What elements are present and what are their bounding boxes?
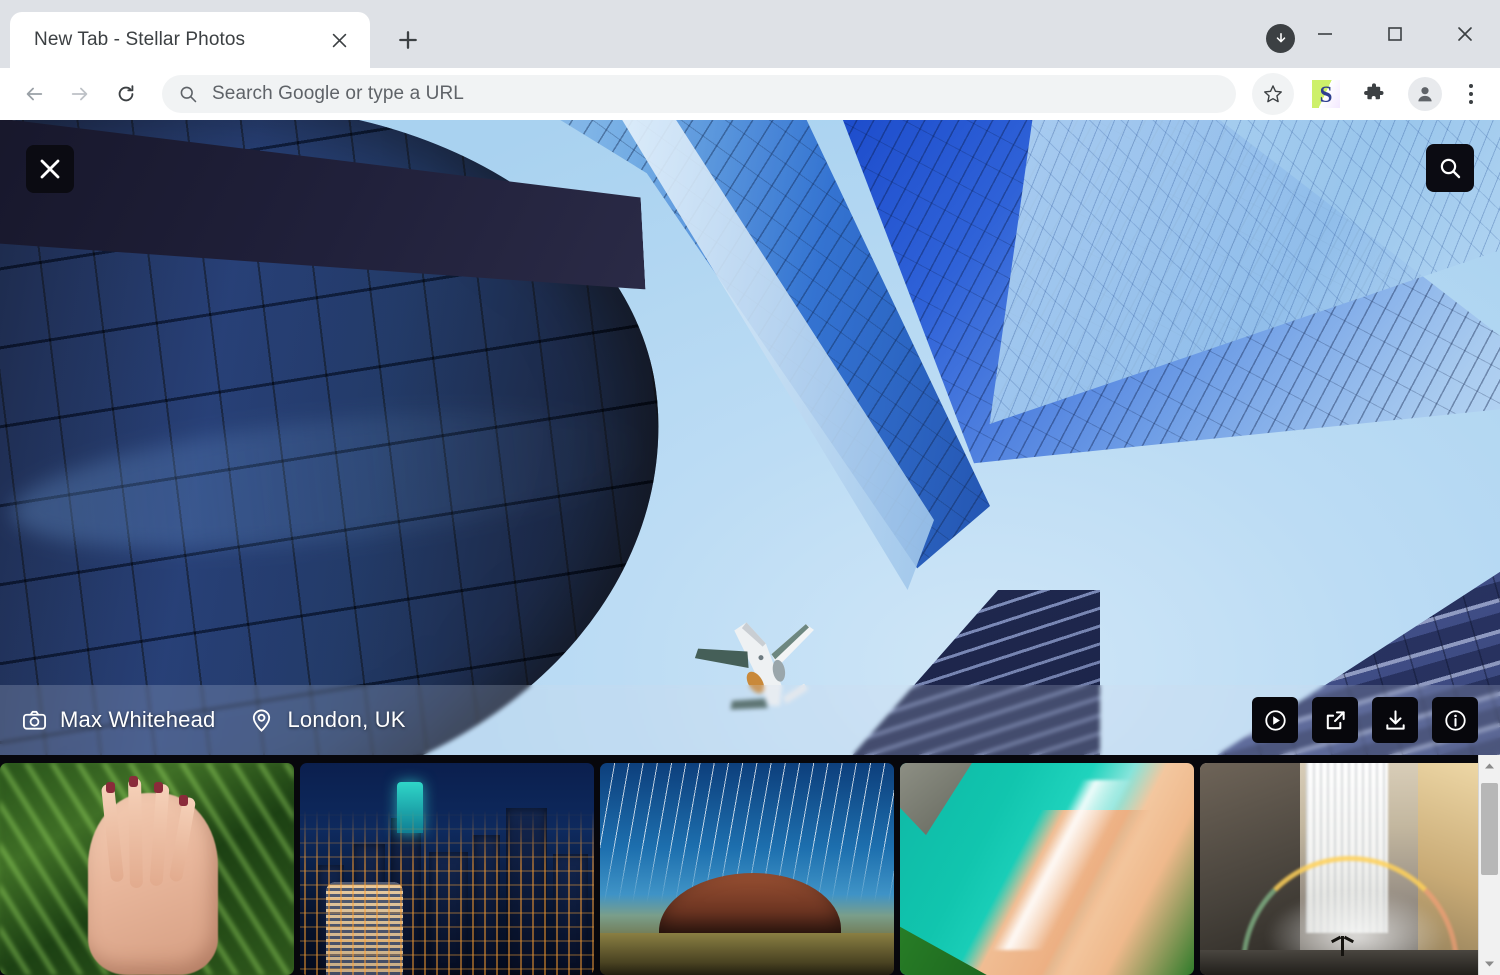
photo-actions xyxy=(1252,697,1478,743)
browser-toolbar: Search Google or type a URL S xyxy=(0,68,1500,120)
grassland xyxy=(600,932,894,975)
nail xyxy=(105,782,115,794)
tab-strip: New Tab - Stellar Photos xyxy=(0,0,1500,68)
tab-close-button[interactable] xyxy=(322,23,356,57)
person-avatar-icon xyxy=(1418,87,1432,102)
nail xyxy=(154,782,164,794)
thumbnail-star-trails[interactable] xyxy=(600,763,894,975)
photo-location-name: London, UK xyxy=(287,707,406,732)
photo-location[interactable]: London, UK xyxy=(249,707,405,733)
thumbnail-waterfall[interactable] xyxy=(1200,763,1494,975)
close-icon xyxy=(1458,27,1472,41)
extensions-button[interactable] xyxy=(1354,74,1394,114)
city-lights xyxy=(300,763,594,975)
scroll-down-button[interactable] xyxy=(1479,953,1500,975)
three-dot-menu-icon xyxy=(1469,92,1473,96)
new-tab-button[interactable] xyxy=(386,18,430,62)
download-arrow-icon xyxy=(1276,32,1285,42)
chevron-down-icon xyxy=(1485,961,1494,967)
hero-photo[interactable]: Max Whitehead London, UK xyxy=(0,120,1500,755)
back-arrow-icon xyxy=(26,87,43,101)
nail xyxy=(129,775,139,787)
photo-viewer: Max Whitehead London, UK xyxy=(0,120,1500,975)
camera-icon xyxy=(23,710,46,730)
address-bar[interactable]: Search Google or type a URL xyxy=(162,75,1236,113)
browser-menu-button[interactable] xyxy=(1456,74,1486,114)
photo-metadata: Max Whitehead London, UK xyxy=(22,707,406,733)
close-icon xyxy=(332,33,346,47)
address-bar-placeholder: Search Google or type a URL xyxy=(212,83,464,104)
nail xyxy=(179,794,189,806)
maximize-icon xyxy=(1388,27,1402,41)
photo-author-name: Max Whitehead xyxy=(60,707,216,732)
search-photos-button[interactable] xyxy=(1426,144,1474,192)
thumbnail-strip[interactable] xyxy=(0,755,1500,975)
close-viewer-button[interactable] xyxy=(26,145,74,193)
photo-info-bar: Max Whitehead London, UK xyxy=(0,685,1500,755)
scrollbar-thumb[interactable] xyxy=(1480,783,1498,875)
strip-scrollbar[interactable] xyxy=(1478,755,1500,975)
minimize-icon xyxy=(1318,33,1332,35)
riverbed xyxy=(1200,949,1494,975)
thumbnail-city-skyline[interactable] xyxy=(300,763,594,975)
reload-button[interactable] xyxy=(106,74,146,114)
window-close-button[interactable] xyxy=(1430,0,1500,68)
search-icon xyxy=(1440,158,1461,179)
play-circle-icon xyxy=(1264,709,1286,731)
extension-badge-letter: S xyxy=(1319,81,1333,107)
profile-button[interactable] xyxy=(1408,77,1442,111)
forward-button[interactable] xyxy=(60,74,100,114)
reload-icon xyxy=(118,85,134,102)
three-dot-menu-icon xyxy=(1469,100,1473,104)
bookmark-button[interactable] xyxy=(1252,73,1294,115)
three-dot-menu-icon xyxy=(1469,84,1473,88)
forward-arrow-icon xyxy=(71,87,88,101)
scroll-up-button[interactable] xyxy=(1479,755,1500,777)
back-button[interactable] xyxy=(14,74,54,114)
stellar-photos-extension-button[interactable]: S xyxy=(1312,80,1340,108)
window-maximize-button[interactable] xyxy=(1360,0,1430,68)
plus-icon xyxy=(399,31,417,49)
info-circle-icon xyxy=(1444,709,1466,731)
tab-new-tab-stellar-photos[interactable]: New Tab - Stellar Photos xyxy=(10,12,370,68)
finger xyxy=(128,777,144,889)
map-pin-icon xyxy=(253,708,271,732)
external-link-icon xyxy=(1326,710,1345,729)
thumbnail-tropical-beach[interactable] xyxy=(900,763,1194,975)
photo-author[interactable]: Max Whitehead xyxy=(22,707,215,733)
surf-line xyxy=(917,779,1194,950)
tab-title: New Tab - Stellar Photos xyxy=(34,29,246,50)
window-minimize-button[interactable] xyxy=(1290,0,1360,68)
download-button[interactable] xyxy=(1372,697,1418,743)
window-controls xyxy=(1290,0,1500,68)
download-icon xyxy=(1385,709,1405,730)
scrollbar-track[interactable] xyxy=(1479,777,1500,953)
thumbnail-hand-palm[interactable] xyxy=(0,763,294,975)
slideshow-button[interactable] xyxy=(1252,697,1298,743)
puzzle-piece-icon xyxy=(1364,83,1384,100)
browser-window: New Tab - Stellar Photos Search Google o… xyxy=(0,0,1500,975)
open-external-button[interactable] xyxy=(1312,697,1358,743)
person-silhouette xyxy=(1341,935,1345,956)
close-icon xyxy=(40,159,60,179)
info-button[interactable] xyxy=(1432,697,1478,743)
chevron-up-icon xyxy=(1485,763,1494,769)
star-icon xyxy=(1264,85,1282,103)
search-icon xyxy=(180,86,197,103)
